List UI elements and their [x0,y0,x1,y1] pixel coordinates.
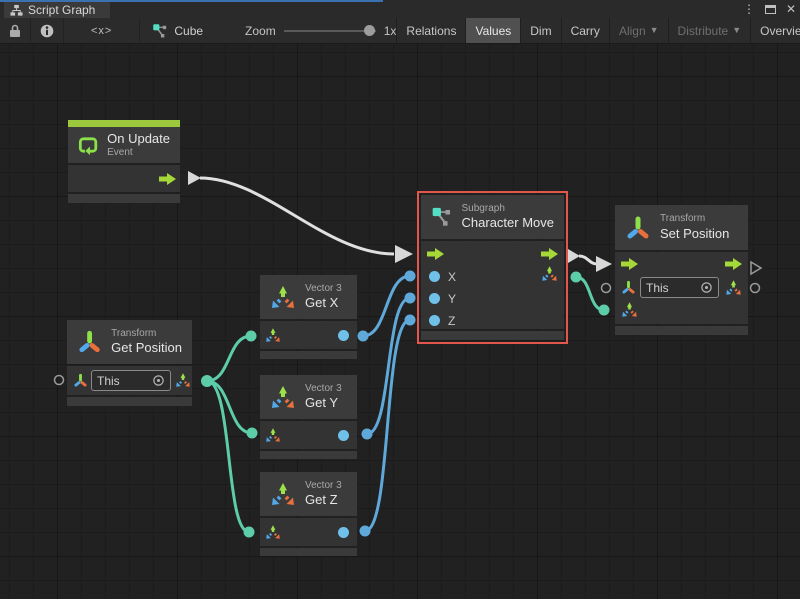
vector3-input-port-icon[interactable] [265,427,281,443]
target-object-field[interactable]: This [91,370,171,391]
update-loop-icon [78,132,98,158]
relations-button[interactable]: Relations [396,18,465,43]
vector3-icon [270,384,296,410]
zoom-slider[interactable] [284,25,376,37]
transform-port-icon[interactable] [73,373,88,388]
values-button[interactable]: Values [465,18,520,43]
overview-button[interactable]: Overview [750,18,800,43]
node-character-move[interactable]: Subgraph Character Move X Y Z [417,191,568,344]
object-picker-icon[interactable] [700,281,713,294]
vector3-input-port-icon[interactable] [265,327,281,343]
vector3-output-port-icon[interactable] [175,372,191,388]
vector3-output-port-icon[interactable] [541,265,558,282]
graph-node-icon [152,23,168,39]
event-node-color-bar [68,120,180,127]
zoom-slider-handle[interactable] [364,25,375,36]
y-port-label: Y [448,292,456,306]
node-title: On Update [107,131,170,147]
z-port-label: Z [448,314,455,328]
lock-icon [9,24,21,38]
node-get-position[interactable]: Transform Get Position This [67,320,192,406]
y-input-port[interactable] [429,293,440,304]
node-kind: Event [107,147,170,160]
align-dropdown[interactable]: Align▼ [609,18,668,43]
breadcrumb[interactable]: Cube [140,18,215,43]
code-preview-button[interactable]: <x> [64,18,140,43]
node-get-x[interactable]: Vector 3 Get X [260,275,357,359]
info-icon [40,24,54,38]
graph-icon [10,4,23,17]
node-title: Get Position [111,340,182,356]
vector3-input-port-icon[interactable] [621,301,638,318]
flow-input-port[interactable] [427,248,444,260]
graph-toolbar: <x> Cube Zoom 1x Relations Values Dim Ca… [0,18,800,44]
object-picker-icon[interactable] [152,374,165,387]
node-title: Get Y [305,395,342,411]
subgraph-icon [431,204,453,230]
vector3-icon [270,481,296,507]
breadcrumb-label: Cube [174,24,203,38]
value-output-port[interactable] [338,330,349,341]
chevron-down-icon: ▼ [732,26,741,35]
x-port-label: X [448,270,456,284]
lock-button[interactable] [0,18,31,43]
close-icon[interactable]: ✕ [786,3,796,15]
dim-button[interactable]: Dim [520,18,560,43]
tab-script-graph[interactable]: Script Graph [4,2,110,18]
code-icon: <x> [73,25,130,37]
flow-input-port[interactable] [621,258,638,270]
node-set-position[interactable]: Transform Set Position This [615,205,748,335]
node-kind: Subgraph [462,203,554,216]
node-kind: Transform [660,213,729,226]
node-get-z[interactable]: Vector 3 Get Z [260,472,357,556]
target-object-field[interactable]: This [640,277,719,298]
transform-port-icon[interactable] [621,280,636,295]
node-kind: Vector 3 [305,283,342,296]
target-object-value: This [646,281,700,295]
distribute-dropdown[interactable]: Distribute▼ [668,18,751,43]
node-on-update[interactable]: On Update Event [68,120,180,203]
node-title: Get Z [305,492,342,508]
info-button[interactable] [31,18,64,43]
transform-icon [625,215,651,241]
node-title: Character Move [462,215,554,231]
node-title: Get X [305,295,342,311]
node-title: Set Position [660,226,729,242]
node-kind: Vector 3 [305,480,342,493]
z-input-port[interactable] [429,315,440,326]
transform-icon [77,329,102,355]
tab-strip: Script Graph ⋮ ✕ [0,0,800,18]
node-kind: Vector 3 [305,383,342,396]
flow-output-port[interactable] [159,173,176,185]
vector3-input-port-icon[interactable] [265,524,281,540]
node-kind: Transform [111,328,182,341]
node-get-y[interactable]: Vector 3 Get Y [260,375,357,459]
zoom-label: Zoom [245,24,276,38]
value-output-port[interactable] [338,430,349,441]
flow-output-port[interactable] [725,258,742,270]
zoom-value: 1x [384,24,397,38]
zoom-slider-track[interactable] [284,30,376,32]
target-object-value: This [97,374,152,388]
vector3-icon [270,284,296,310]
tab-label: Script Graph [28,3,95,17]
flow-output-port[interactable] [541,248,558,260]
value-output-port[interactable] [338,527,349,538]
x-input-port[interactable] [429,271,440,282]
menu-kebab-icon[interactable]: ⋮ [743,3,755,15]
chevron-down-icon: ▼ [650,26,659,35]
carry-button[interactable]: Carry [561,18,609,43]
vector3-output-port-icon[interactable] [725,279,742,296]
maximize-icon[interactable] [765,5,776,14]
